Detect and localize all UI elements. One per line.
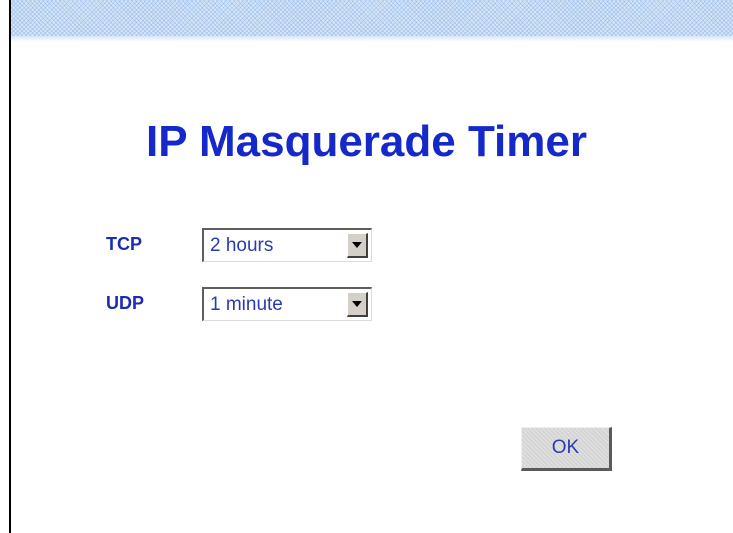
udp-label: UDP	[106, 293, 145, 313]
chevron-down-icon[interactable]	[347, 233, 368, 258]
tcp-selected-value: 2 hours	[210, 235, 274, 256]
header-band	[11, 0, 733, 42]
udp-selected-value: 1 minute	[210, 294, 283, 315]
ok-button[interactable]: OK	[521, 427, 612, 471]
page-title: IP Masquerade Timer	[145, 117, 587, 166]
left-border	[9, 0, 11, 533]
tcp-timeout-select[interactable]: 2 hours	[202, 228, 372, 262]
udp-timeout-select[interactable]: 1 minute	[202, 287, 372, 321]
tcp-label: TCP	[106, 234, 142, 254]
chevron-down-icon[interactable]	[347, 292, 368, 317]
